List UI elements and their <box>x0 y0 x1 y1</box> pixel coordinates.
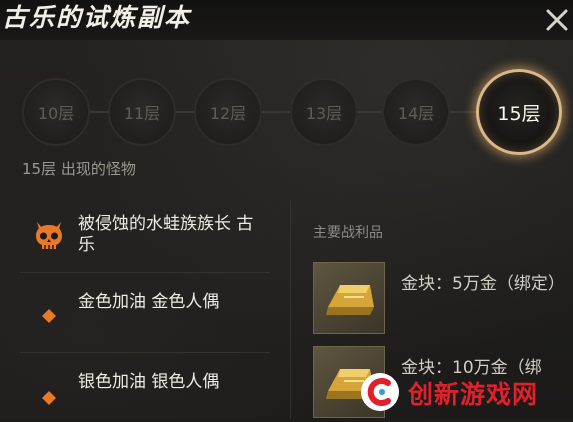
monster-name: 被侵蚀的水蛙族族长 古乐 <box>78 214 254 255</box>
gold-bar-icon <box>313 262 385 334</box>
floor-12-button[interactable]: 12层 <box>194 78 262 146</box>
floor-connector <box>262 111 290 113</box>
title-bar: 古乐的试炼副本 <box>0 0 573 40</box>
boss-skull-icon <box>28 215 70 257</box>
monster-name: 银色加油 银色人偶 <box>78 372 220 392</box>
watermark-text: 创新游戏网 <box>408 380 539 409</box>
floor-10-button[interactable]: 10层 <box>22 78 90 146</box>
orange-diamond-icon <box>28 377 70 419</box>
floor-label: 11层 <box>123 104 161 123</box>
floor-connector <box>90 111 108 113</box>
orange-diamond-icon <box>28 295 70 337</box>
floor-selector: 10层 11层 12层 13层 14层 15层 <box>0 64 573 155</box>
floor-connector <box>358 111 382 113</box>
floor-connector <box>450 111 476 113</box>
floor-14-button[interactable]: 14层 <box>382 78 450 146</box>
monster-section-title: 15层 出现的怪物 <box>22 160 136 178</box>
floor-15-button-selected[interactable]: 15层 <box>476 69 562 155</box>
floor-label: 15层 <box>497 102 541 125</box>
floor-13-button[interactable]: 13层 <box>290 78 358 146</box>
loot-label: 金块：5万金（绑定） <box>401 274 565 294</box>
watermark: 创新游戏网 <box>360 372 573 412</box>
monster-list-item[interactable]: 银色加油 银色人偶 <box>20 362 270 422</box>
monster-list-item[interactable]: 金色加油 金色人偶 <box>20 280 270 353</box>
panel-divider <box>290 200 291 419</box>
floor-label: 14层 <box>397 104 435 123</box>
close-icon <box>546 9 568 31</box>
page-title: 古乐的试炼副本 <box>2 3 192 32</box>
floor-label: 12层 <box>209 104 247 123</box>
floor-connector <box>176 111 194 113</box>
floor-11-button[interactable]: 11层 <box>108 78 176 146</box>
monster-name: 金色加油 金色人偶 <box>78 292 220 312</box>
watermark-logo-icon <box>361 373 399 411</box>
loot-item[interactable]: 金块：5万金（绑定） <box>313 262 573 338</box>
close-button[interactable] <box>543 6 571 34</box>
loot-section-title: 主要战利品 <box>313 225 383 241</box>
floor-label: 10层 <box>37 104 75 123</box>
floor-label: 13层 <box>305 104 343 123</box>
monster-list-item-boss[interactable]: 被侵蚀的水蛙族族长 古乐 <box>20 200 270 273</box>
